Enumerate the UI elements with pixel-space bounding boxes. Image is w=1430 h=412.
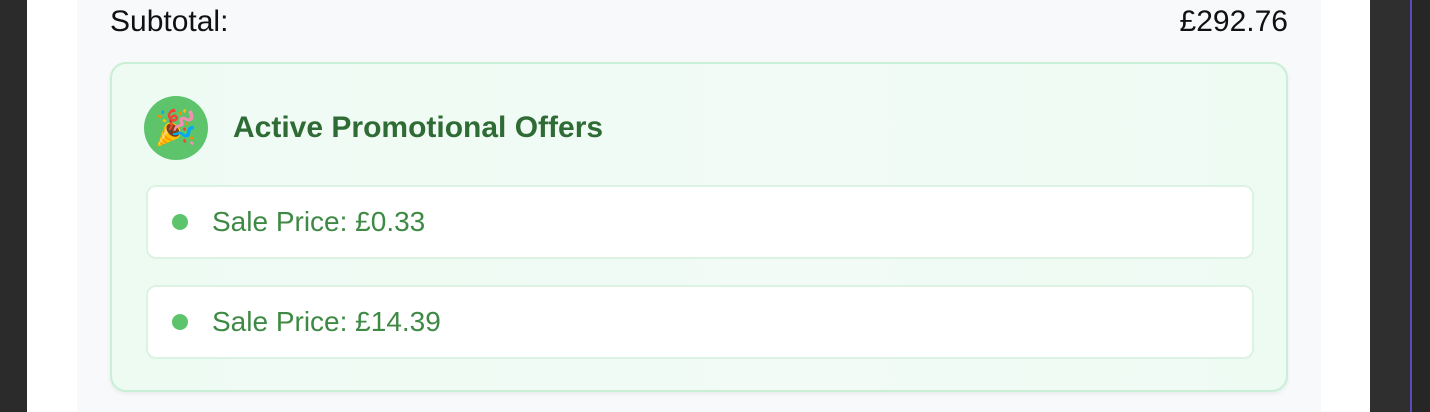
offer-item: Sale Price: £14.39 (146, 285, 1254, 359)
promotional-offers-header: 🎉 Active Promotional Offers (144, 96, 603, 160)
offer-item: Sale Price: £0.33 (146, 185, 1254, 259)
offer-label: Sale Price: £14.39 (212, 306, 441, 337)
subtotal-value: £292.76 (1179, 5, 1288, 38)
checkout-page: Subtotal: £292.76 🎉 Active Promotional O… (27, 0, 1370, 412)
offer-label: Sale Price: £0.33 (212, 206, 426, 237)
promotional-offers-card: 🎉 Active Promotional Offers Sale Price: … (110, 62, 1288, 392)
left-window-edge (0, 0, 27, 412)
subtotal-label: Subtotal: (110, 5, 229, 38)
subtotal-row: Subtotal: £292.76 (110, 0, 1288, 44)
bullet-dot-icon (172, 314, 188, 330)
party-popper-icon: 🎉 (144, 96, 208, 160)
order-summary-panel: Subtotal: £292.76 🎉 Active Promotional O… (77, 0, 1321, 412)
adjacent-window-edge (1412, 0, 1430, 412)
bullet-dot-icon (172, 214, 188, 230)
promotional-offers-title: Active Promotional Offers (233, 111, 604, 144)
